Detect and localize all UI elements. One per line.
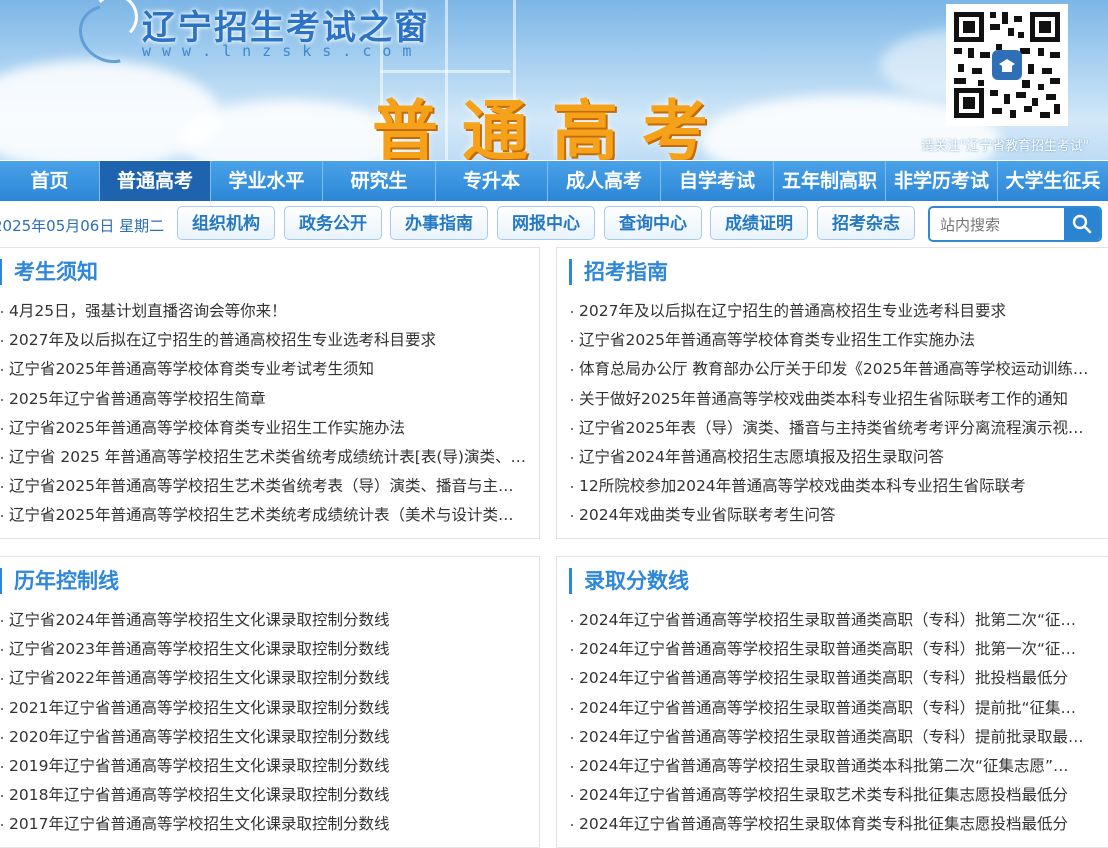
- nav-item-adult-exam[interactable]: 成人高考: [548, 161, 661, 201]
- news-item[interactable]: 2024年辽宁省普通高等学校招生录取艺术类专科批征集志愿投档最低分: [569, 781, 1097, 810]
- panel-control-lines: 历年控制线 辽宁省2024年普通高等学校招生文化课录取控制分数线 辽宁省2023…: [0, 556, 540, 848]
- panel-title: 录取分数线: [569, 568, 689, 594]
- news-item[interactable]: 辽宁省2024年普通高等学校招生文化课录取控制分数线: [0, 606, 539, 635]
- news-list: 2024年辽宁省普通高等学校招生录取普通类高职（专科）批第二次“征… 2024年…: [569, 606, 1097, 840]
- news-item[interactable]: 2027年及以后拟在辽宁招生的普通高校招生专业选考科目要求: [0, 326, 539, 355]
- news-item[interactable]: 2024年辽宁省普通高等学校招生录取普通类本科批第二次“征集志愿”…: [569, 752, 1097, 781]
- panel-title: 招考指南: [569, 259, 668, 285]
- news-item[interactable]: 辽宁省 2025 年普通高等学校招生艺术类省统考成绩统计表[表(导)演类、…: [0, 443, 539, 472]
- nav-item-home[interactable]: 首页: [0, 161, 100, 201]
- panel-admission-scores: 录取分数线 2024年辽宁省普通高等学校招生录取普通类高职（专科）批第二次“征……: [556, 556, 1108, 848]
- nav-item-xueye[interactable]: 学业水平: [211, 161, 323, 201]
- header-banner: 辽宁招生考试之窗 www.lnzsks.com 普通高考 请关注"辽宁省教育招生…: [0, 0, 1108, 160]
- news-item[interactable]: 2021年辽宁省普通高等学校招生文化课录取控制分数线: [0, 694, 539, 723]
- news-item[interactable]: 4月25日，强基计划直播咨询会等你来！: [0, 297, 539, 326]
- news-item[interactable]: 2024年辽宁省普通高等学校招生录取普通类高职（专科）批第二次“征…: [569, 606, 1097, 635]
- news-item[interactable]: 2024年辽宁省普通高等学校招生录取普通类高职（专科）批第一次“征…: [569, 635, 1097, 664]
- nav-item-conscription[interactable]: 大学生征兵: [998, 161, 1108, 201]
- nav-item-zhuanshengben[interactable]: 专升本: [436, 161, 548, 201]
- search-button[interactable]: [1064, 208, 1100, 240]
- panel-admission-guide: 招考指南 2027年及以后拟在辽宁招生的普通高校招生专业选考科目要求 辽宁省20…: [556, 247, 1108, 539]
- current-date: 2025年05月06日 星期二: [0, 217, 165, 235]
- panel-title: 考生须知: [0, 259, 98, 285]
- banner-title: 普通高考: [372, 93, 732, 160]
- news-list: 辽宁省2024年普通高等学校招生文化课录取控制分数线 辽宁省2023年普通高等学…: [0, 606, 539, 840]
- news-item[interactable]: 2024年辽宁省普通高等学校招生录取普通类高职（专科）批投档最低分: [569, 664, 1097, 693]
- query-center-button[interactable]: 查询中心: [604, 206, 702, 240]
- search-icon: [1072, 214, 1092, 234]
- news-item[interactable]: 2018年辽宁省普通高等学校招生文化课录取控制分数线: [0, 781, 539, 810]
- news-item[interactable]: 辽宁省2024年普通高校招生志愿填报及招生录取问答: [569, 443, 1097, 472]
- news-item[interactable]: 辽宁省2025年普通高等学校体育类专业考试考生须知: [0, 355, 539, 384]
- panel-exam-notice: 考生须知 4月25日，强基计划直播咨询会等你来！ 2027年及以后拟在辽宁招生的…: [0, 247, 540, 539]
- nav-item-gaokao[interactable]: 普通高考: [100, 161, 211, 201]
- nav-item-self-study[interactable]: 自学考试: [661, 161, 774, 201]
- panel-title: 历年控制线: [0, 568, 119, 594]
- org-structure-button[interactable]: 组织机构: [177, 206, 275, 240]
- news-item[interactable]: 辽宁省2025年普通高等学校招生艺术类省统考表（导）演类、播音与主…: [0, 472, 539, 501]
- news-list: 2027年及以后拟在辽宁招生的普通高校招生专业选考科目要求 辽宁省2025年普通…: [569, 297, 1097, 531]
- news-item[interactable]: 辽宁省2025年表（导）演类、播音与主持类省统考考评分离流程演示视…: [569, 414, 1097, 443]
- news-item[interactable]: 辽宁省2025年普通高等学校体育类专业招生工作实施办法: [569, 326, 1097, 355]
- site-url: www.lnzsks.com: [142, 42, 423, 60]
- news-item[interactable]: 2024年辽宁省普通高等学校招生录取体育类专科批征集志愿投档最低分: [569, 810, 1097, 839]
- nav-item-five-year[interactable]: 五年制高职: [774, 161, 886, 201]
- search-input[interactable]: [938, 213, 1060, 237]
- qr-code-image: [946, 4, 1068, 126]
- news-list: 4月25日，强基计划直播咨询会等你来！ 2027年及以后拟在辽宁招生的普通高校招…: [0, 297, 539, 531]
- news-item[interactable]: 12所院校参加2024年普通高等学校戏曲类本科专业招生省际联考: [569, 472, 1097, 501]
- site-search: [928, 206, 1102, 242]
- score-certificate-button[interactable]: 成绩证明: [710, 206, 808, 240]
- news-item[interactable]: 2024年辽宁省普通高等学校招生录取普通类高职（专科）提前批录取最…: [569, 723, 1097, 752]
- news-item[interactable]: 2017年辽宁省普通高等学校招生文化课录取控制分数线: [0, 810, 539, 839]
- sub-toolbar: 2025年05月06日 星期二 组织机构 政务公开 办事指南 网报中心 查询中心…: [0, 203, 1108, 245]
- service-guide-button[interactable]: 办事指南: [390, 206, 488, 240]
- nav-item-graduate[interactable]: 研究生: [323, 161, 436, 201]
- news-item[interactable]: 2020年辽宁省普通高等学校招生文化课录取控制分数线: [0, 723, 539, 752]
- news-item[interactable]: 2025年辽宁省普通高等学校招生简章: [0, 385, 539, 414]
- gov-affairs-button[interactable]: 政务公开: [284, 206, 382, 240]
- news-item[interactable]: 体育总局办公厅 教育部办公厅关于印发《2025年普通高等学校运动训练…: [569, 355, 1097, 384]
- news-item[interactable]: 关于做好2025年普通高等学校戏曲类本科专业招生省际联考工作的通知: [569, 385, 1097, 414]
- news-item[interactable]: 2027年及以后拟在辽宁招生的普通高校招生专业选考科目要求: [569, 297, 1097, 326]
- main-navigation: 首页 普通高考 学业水平 研究生 专升本 成人高考 自学考试 五年制高职 非学历…: [0, 161, 1108, 201]
- news-item[interactable]: 辽宁省2025年普通高等学校体育类专业招生工作实施办法: [0, 414, 539, 443]
- nav-item-non-degree[interactable]: 非学历考试: [886, 161, 998, 201]
- qr-code-icon: [950, 8, 1064, 122]
- news-item[interactable]: 2019年辽宁省普通高等学校招生文化课录取控制分数线: [0, 752, 539, 781]
- news-item[interactable]: 辽宁省2022年普通高等学校招生文化课录取控制分数线: [0, 664, 539, 693]
- news-item[interactable]: 辽宁省2023年普通高等学校招生文化课录取控制分数线: [0, 635, 539, 664]
- exam-magazine-button[interactable]: 招考杂志: [817, 206, 915, 240]
- news-item[interactable]: 辽宁省2025年普通高等学校招生艺术类统考成绩统计表（美术与设计类…: [0, 501, 539, 530]
- window-frame-decoration: [380, 70, 510, 73]
- qr-caption: 请关注"辽宁省教育招生考试": [921, 139, 1089, 154]
- news-item[interactable]: 2024年辽宁省普通高等学校招生录取普通类高职（专科）提前批“征集…: [569, 694, 1097, 723]
- news-item[interactable]: 2024年戏曲类专业省际联考考生问答: [569, 501, 1097, 530]
- online-registration-button[interactable]: 网报中心: [497, 206, 595, 240]
